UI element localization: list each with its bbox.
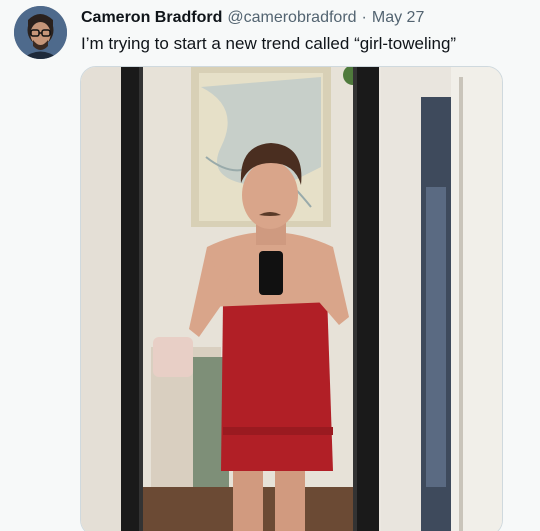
tweet-date[interactable]: May 27 bbox=[372, 9, 424, 27]
tweet-media[interactable] bbox=[80, 66, 503, 531]
user-handle[interactable]: @camerobradford bbox=[227, 9, 356, 27]
tweet[interactable]: Cameron Bradford @camerobradford · May 2… bbox=[0, 0, 540, 531]
user-avatar-icon bbox=[14, 6, 67, 59]
display-name[interactable]: Cameron Bradford bbox=[81, 9, 222, 27]
tweet-text: I’m trying to start a new trend called “… bbox=[81, 34, 457, 53]
tweet-header: Cameron Bradford @camerobradford · May 2… bbox=[81, 9, 424, 27]
mirror-selfie-photo bbox=[81, 67, 502, 531]
avatar[interactable] bbox=[14, 6, 67, 59]
separator-dot: · bbox=[361, 9, 367, 26]
